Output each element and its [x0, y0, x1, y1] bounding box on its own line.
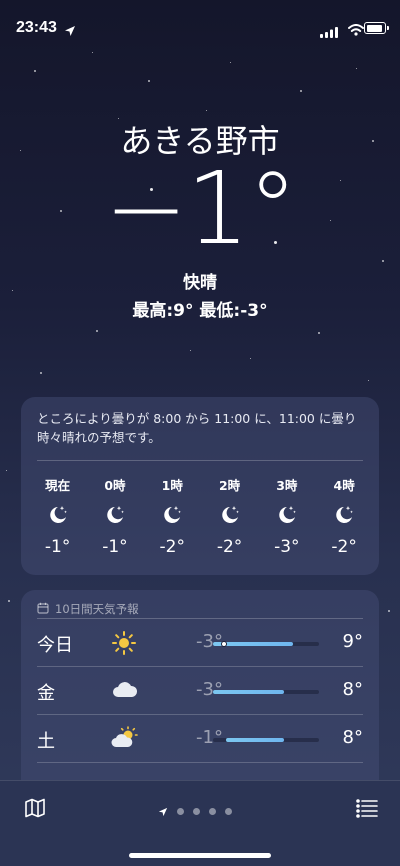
bottom-toolbar: [0, 780, 400, 866]
moon-stars-icon: [201, 497, 258, 531]
day-name: 土: [37, 731, 55, 752]
page-dot: [209, 808, 216, 815]
moon-stars-icon: [258, 497, 315, 531]
temperature-range-bar: [213, 738, 319, 742]
day-name: 金: [37, 683, 55, 704]
high-low-temperature: 最高:9° 最低:-3°: [132, 301, 268, 321]
hour-item: 4時 -2°: [315, 475, 372, 557]
day-high: 9°: [342, 631, 363, 652]
partly-cloudy-icon: [111, 726, 139, 754]
day-row[interactable]: 今日 -3° 9°: [37, 619, 363, 667]
hour-temperature: -1°: [102, 537, 128, 557]
moon-stars-icon: [29, 497, 86, 531]
home-indicator[interactable]: [129, 853, 271, 858]
hour-item: 現在 -1°: [29, 475, 86, 557]
hour-item: 1時 -2°: [144, 475, 201, 557]
map-icon[interactable]: [24, 797, 46, 823]
range-fill: [225, 738, 285, 742]
day-name: 今日: [37, 635, 73, 656]
current-condition: 快晴: [183, 273, 217, 293]
day-row[interactable]: 金 -3° 8°: [37, 667, 363, 715]
sun-icon: [111, 630, 137, 660]
daily-header: 10日間天気予報: [21, 590, 379, 618]
hour-label: 3時: [276, 478, 298, 493]
hour-temperature: -2°: [159, 537, 185, 557]
hour-item: 0時 -1°: [86, 475, 143, 557]
day-row[interactable]: 土 -1° 8°: [37, 715, 363, 763]
moon-stars-icon: [315, 497, 372, 531]
hour-temperature: -3°: [274, 537, 300, 557]
hour-label: 現在: [45, 478, 71, 493]
day-high: 8°: [342, 727, 363, 748]
hour-temperature: -2°: [216, 537, 243, 557]
range-fill: [213, 690, 285, 694]
temperature-range-bar: [213, 641, 319, 647]
hourly-list: 現在 -1° 0時 -1° 1時 -2° 2時 -2° 3時 -3° 4時 -2…: [21, 461, 379, 557]
hour-label: 1時: [161, 478, 183, 493]
page-indicator[interactable]: [158, 802, 232, 821]
hour-temperature: -1°: [44, 537, 71, 557]
list-icon[interactable]: [356, 798, 378, 822]
location-arrow-icon: [158, 802, 168, 821]
hourly-forecast-card[interactable]: ところにより曇りが 8:00 から 11:00 に、11:00 に曇り時々晴れの…: [21, 397, 379, 575]
ten-day-forecast-card[interactable]: 10日間天気予報 今日 -3° 9° 金 -3° 8° 土 -1° 8°: [21, 590, 379, 790]
hour-label: 2時: [218, 478, 241, 493]
current-temperature-dot: [220, 641, 227, 647]
current-temperature: −1°: [104, 150, 297, 267]
wifi-icon: [348, 21, 364, 40]
temperature-range-bar: [213, 690, 319, 694]
moon-stars-icon: [144, 497, 201, 531]
forecast-summary: ところにより曇りが 8:00 から 11:00 に、11:00 に曇り時々晴れの…: [37, 411, 357, 445]
status-time: 23:43: [16, 19, 57, 36]
day-high: 8°: [342, 679, 363, 700]
cellular-signal-icon: [320, 23, 338, 42]
page-dot: [225, 808, 232, 815]
calendar-icon: [37, 602, 49, 617]
cloud-icon: [111, 678, 139, 706]
page-dot: [193, 808, 200, 815]
location-arrow-icon: [64, 22, 76, 41]
hour-item: 3時 -3°: [258, 475, 315, 557]
hour-temperature: -2°: [331, 537, 357, 557]
hour-label: 0時: [104, 478, 126, 493]
battery-icon: [364, 22, 389, 34]
hour-item: 2時 -2°: [201, 475, 258, 557]
daily-header-label: 10日間天気予報: [55, 602, 139, 616]
status-bar: 23:43: [0, 0, 400, 54]
hour-label: 4時: [333, 478, 355, 493]
moon-stars-icon: [86, 497, 143, 531]
page-dot: [177, 808, 184, 815]
